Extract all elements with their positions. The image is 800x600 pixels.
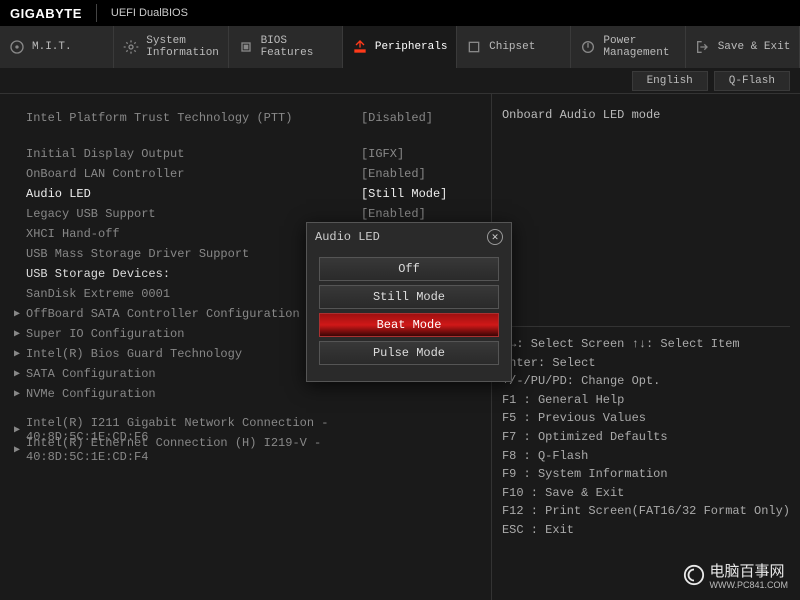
tab-label: System Information xyxy=(146,35,219,59)
help-title: Onboard Audio LED mode xyxy=(502,108,790,122)
setting-value: [Disabled] xyxy=(361,111,481,125)
chevron-right-icon: ▶ xyxy=(14,444,26,456)
header-bar: GIGABYTE UEFI DualBIOS xyxy=(0,0,800,26)
gauge-icon xyxy=(8,38,26,56)
qflash-button[interactable]: Q-Flash xyxy=(714,71,790,91)
chevron-right-icon: ▶ xyxy=(14,348,26,360)
popup-option[interactable]: Pulse Mode xyxy=(319,341,499,365)
help-panel: Onboard Audio LED mode ←→: Select Screen… xyxy=(491,94,800,600)
chevron-right-icon: ▶ xyxy=(14,388,26,400)
help-line: F8 : Q-Flash xyxy=(502,447,790,466)
separator xyxy=(96,4,97,22)
chip-icon xyxy=(237,38,255,56)
tab-power[interactable]: Power Management xyxy=(571,26,685,68)
brand-subtitle: UEFI DualBIOS xyxy=(111,7,188,19)
help-nav: ←→: Select Screen ↑↓: Select Item xyxy=(502,335,790,354)
tab-save-exit[interactable]: Save & Exit xyxy=(686,26,800,68)
tab-label: Power Management xyxy=(603,35,669,59)
tab-mit[interactable]: M.I.T. xyxy=(0,26,114,68)
top-toolbar: English Q-Flash xyxy=(0,68,800,94)
peripherals-icon xyxy=(351,38,369,56)
setting-label: Intel Platform Trust Technology (PTT) xyxy=(26,111,361,125)
audio-led-popup: Audio LED ✕ Off Still Mode Beat Mode Pulse … xyxy=(306,222,512,382)
tab-chipset[interactable]: Chipset xyxy=(457,26,571,68)
watermark-url: WWW.PC841.COM xyxy=(709,581,788,590)
watermark: 电脑百事网 WWW.PC841.COM xyxy=(683,560,788,590)
chevron-right-icon: ▶ xyxy=(14,328,26,340)
setting-label: OnBoard LAN Controller xyxy=(26,167,361,181)
help-line: F1 : General Help xyxy=(502,391,790,410)
popup-option[interactable]: Still Mode xyxy=(319,285,499,309)
popup-body: Off Still Mode Beat Mode Pulse Mode xyxy=(307,251,511,381)
setting-row[interactable]: Initial Display Output[IGFX] xyxy=(14,144,481,164)
setting-row[interactable]: Intel Platform Trust Technology (PTT)[Di… xyxy=(14,108,481,128)
setting-label: Audio LED xyxy=(26,187,361,201)
close-icon[interactable]: ✕ xyxy=(487,229,503,245)
help-line: F5 : Previous Values xyxy=(502,409,790,428)
setting-row[interactable]: ▶NVMe Configuration xyxy=(14,384,481,404)
tab-bar: M.I.T. System Information BIOS Features … xyxy=(0,26,800,68)
gear-icon xyxy=(122,38,140,56)
popup-title: Audio LED xyxy=(315,230,380,244)
setting-value: [IGFX] xyxy=(361,147,481,161)
tab-label: BIOS Features xyxy=(261,35,314,59)
tab-label: M.I.T. xyxy=(32,41,72,53)
help-line: F10 : Save & Exit xyxy=(502,484,790,503)
setting-label: Intel(R) Ethernet Connection (H) I219-V … xyxy=(26,436,361,464)
popup-option[interactable]: Off xyxy=(319,257,499,281)
tab-peripherals[interactable]: Peripherals xyxy=(343,26,457,68)
tab-bios-features[interactable]: BIOS Features xyxy=(229,26,343,68)
brand-logo: GIGABYTE xyxy=(10,6,82,21)
help-line: ESC : Exit xyxy=(502,521,790,540)
chipset-icon xyxy=(465,38,483,56)
setting-row[interactable]: Audio LED[Still Mode] xyxy=(14,184,481,204)
setting-value: [Enabled] xyxy=(361,167,481,181)
tab-system-info[interactable]: System Information xyxy=(114,26,228,68)
divider xyxy=(502,326,790,327)
setting-row[interactable]: Legacy USB Support[Enabled] xyxy=(14,204,481,224)
help-line: F12 : Print Screen(FAT16/32 Format Only) xyxy=(502,502,790,521)
setting-label: Initial Display Output xyxy=(26,147,361,161)
help-line: Enter: Select xyxy=(502,354,790,373)
tab-label: Chipset xyxy=(489,41,535,53)
chevron-right-icon: ▶ xyxy=(14,424,26,436)
power-icon xyxy=(579,38,597,56)
setting-row[interactable]: ▶Intel(R) Ethernet Connection (H) I219-V… xyxy=(14,440,481,460)
chevron-right-icon: ▶ xyxy=(14,308,26,320)
popup-option[interactable]: Beat Mode xyxy=(319,313,499,337)
watermark-text: 电脑百事网 xyxy=(709,563,784,580)
help-line: F7 : Optimized Defaults xyxy=(502,428,790,447)
setting-value: [Still Mode] xyxy=(361,187,481,201)
setting-label: Legacy USB Support xyxy=(26,207,361,221)
popup-header: Audio LED ✕ xyxy=(307,223,511,251)
help-line: F9 : System Information xyxy=(502,465,790,484)
tab-label: Save & Exit xyxy=(718,41,791,53)
watermark-icon xyxy=(683,564,705,586)
setting-value: [Enabled] xyxy=(361,207,481,221)
chevron-right-icon: ▶ xyxy=(14,368,26,380)
setting-label: NVMe Configuration xyxy=(26,387,361,401)
setting-row[interactable]: OnBoard LAN Controller[Enabled] xyxy=(14,164,481,184)
exit-icon xyxy=(694,38,712,56)
tab-label: Peripherals xyxy=(375,41,448,53)
language-button[interactable]: English xyxy=(632,71,708,91)
help-line: +/-/PU/PD: Change Opt. xyxy=(502,372,790,391)
